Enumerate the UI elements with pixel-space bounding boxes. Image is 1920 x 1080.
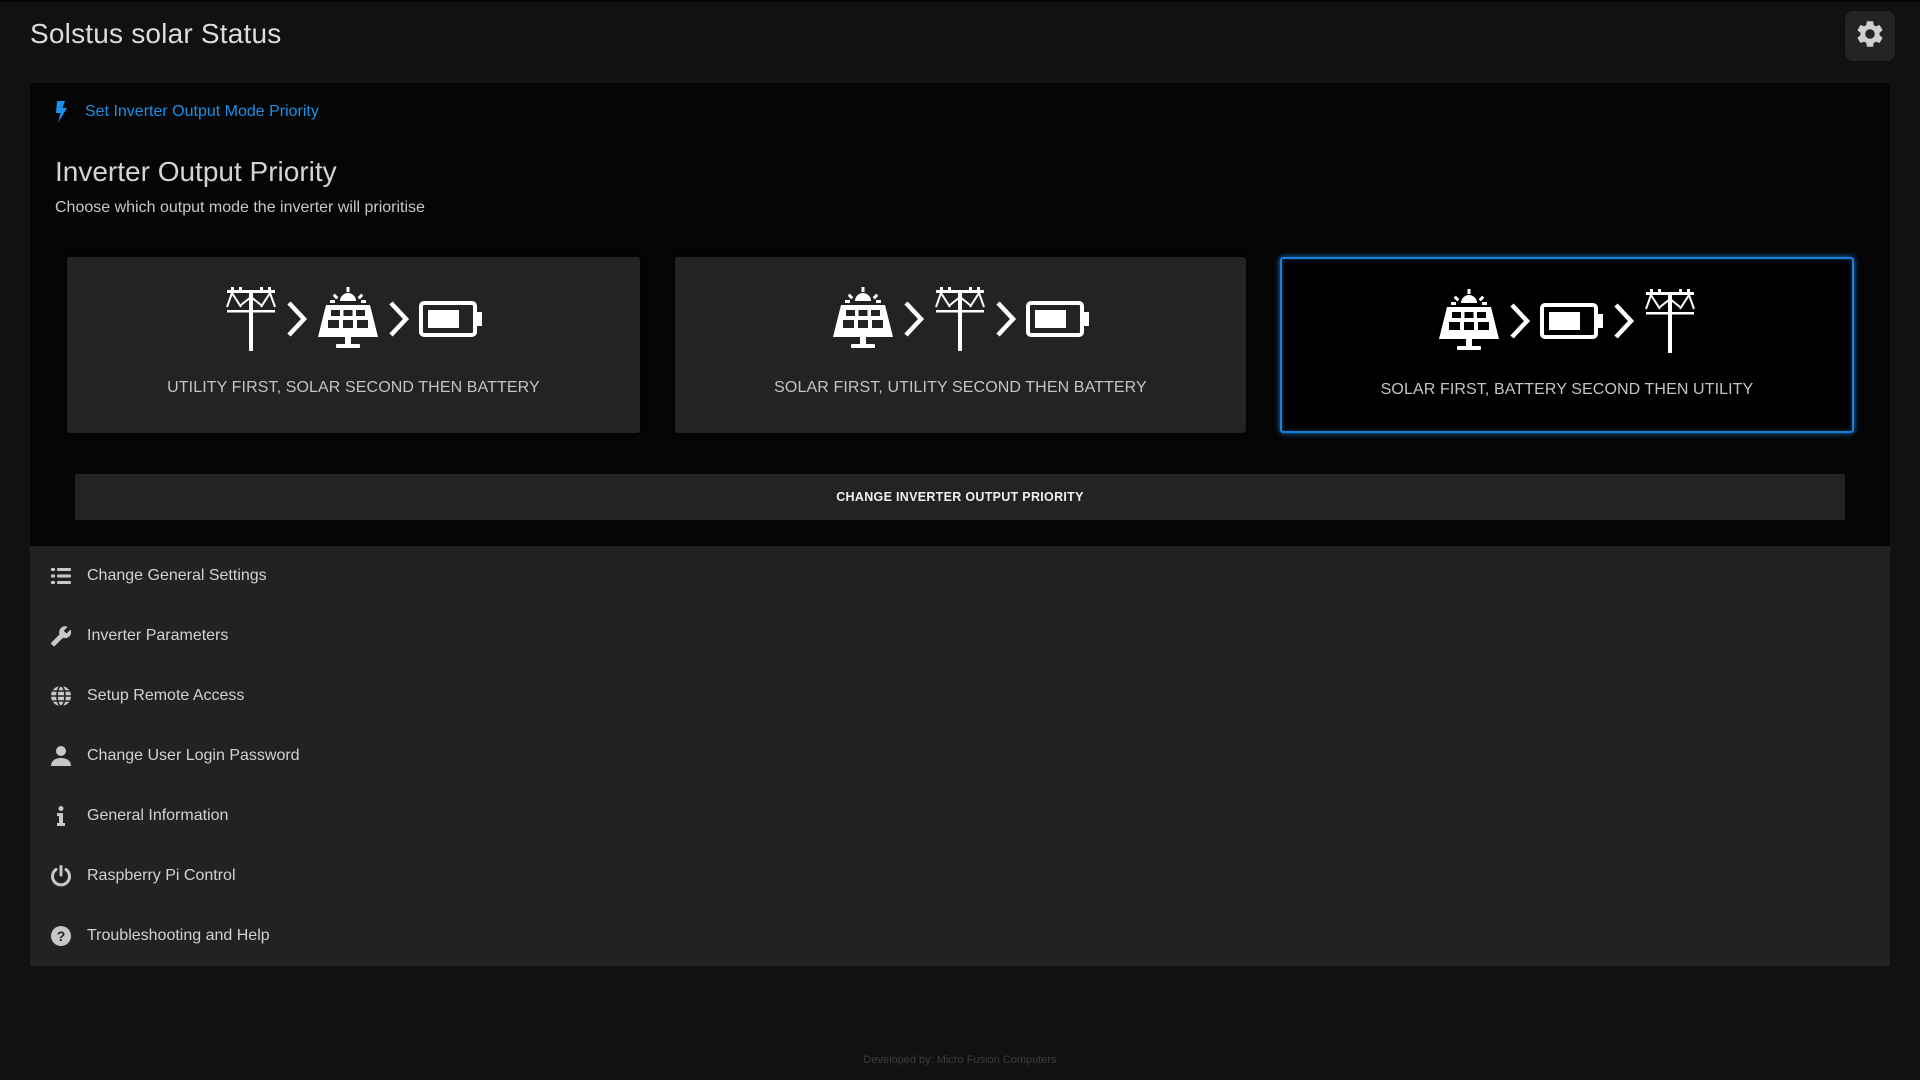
battery-icon <box>1539 301 1605 341</box>
chevron-right-icon <box>901 299 927 339</box>
footer-credit: Developed by: Micro Fusion Computers <box>863 1054 1057 1066</box>
option-label: SOLAR FIRST, BATTERY SECOND THEN UTILITY <box>1380 381 1754 398</box>
power-icon <box>50 865 72 887</box>
chevron-right-icon <box>386 299 412 339</box>
menu-item-label: Change General Settings <box>87 567 267 584</box>
wrench-icon <box>50 625 72 647</box>
priority-option-solar-battery-utility[interactable]: SOLAR FIRST, BATTERY SECOND THEN UTILITY <box>1280 257 1854 433</box>
svg-text:?: ? <box>57 928 66 944</box>
question-circle-icon: ? <box>50 925 72 947</box>
utility-pole-icon <box>933 287 987 351</box>
menu-item-troubleshooting[interactable]: ? Troubleshooting and Help <box>30 906 1890 966</box>
chevron-right-icon <box>284 299 310 339</box>
menu-item-label: Troubleshooting and Help <box>87 927 270 944</box>
option-icons <box>1282 289 1852 353</box>
menu-item-raspberry-pi-control[interactable]: Raspberry Pi Control <box>30 846 1890 906</box>
menu-item-label: Setup Remote Access <box>87 687 245 704</box>
utility-pole-icon <box>1643 289 1697 353</box>
section-subtitle: Choose which output mode the inverter wi… <box>55 199 425 216</box>
solar-panel-icon <box>316 287 380 351</box>
globe-icon <box>50 685 72 707</box>
output-priority-panel: Set Inverter Output Mode Priority Invert… <box>30 83 1890 546</box>
solar-panel-icon <box>831 287 895 351</box>
menu-item-label: Raspberry Pi Control <box>87 867 236 884</box>
option-icons <box>675 287 1246 351</box>
option-label: SOLAR FIRST, UTILITY SECOND THEN BATTERY <box>774 379 1147 396</box>
menu-item-label: Change User Login Password <box>87 747 300 764</box>
menu-item-user-password[interactable]: Change User Login Password <box>30 726 1890 786</box>
menu-item-general-information[interactable]: General Information <box>30 786 1890 846</box>
app-title: Solstus solar Status <box>30 18 282 49</box>
chevron-right-icon <box>1611 301 1637 341</box>
set-output-mode-link[interactable]: Set Inverter Output Mode Priority <box>53 100 319 124</box>
gear-icon <box>1854 18 1886 55</box>
menu-item-label: General Information <box>87 807 229 824</box>
battery-icon <box>1025 299 1091 339</box>
option-icons <box>67 287 640 351</box>
chevron-right-icon <box>993 299 1019 339</box>
menu-item-general-settings[interactable]: Change General Settings <box>30 546 1890 606</box>
change-output-priority-button[interactable]: CHANGE INVERTER OUTPUT PRIORITY <box>75 474 1845 520</box>
menu-item-label: Inverter Parameters <box>87 627 229 644</box>
settings-button[interactable] <box>1845 11 1895 61</box>
section-heading: Inverter Output Priority <box>55 156 337 187</box>
settings-menu: Change General Settings Inverter Paramet… <box>30 546 1890 966</box>
menu-item-remote-access[interactable]: Setup Remote Access <box>30 666 1890 726</box>
list-icon <box>50 565 72 587</box>
priority-option-solar-utility-battery[interactable]: SOLAR FIRST, UTILITY SECOND THEN BATTERY <box>675 257 1246 433</box>
utility-pole-icon <box>224 287 278 351</box>
battery-icon <box>418 299 484 339</box>
solar-panel-icon <box>1437 289 1501 353</box>
user-icon <box>50 745 72 767</box>
priority-option-utility-solar-battery[interactable]: UTILITY FIRST, SOLAR SECOND THEN BATTERY <box>67 257 640 433</box>
set-output-mode-label: Set Inverter Output Mode Priority <box>85 103 319 120</box>
chevron-right-icon <box>1507 301 1533 341</box>
option-label: UTILITY FIRST, SOLAR SECOND THEN BATTERY <box>167 379 540 396</box>
menu-item-inverter-parameters[interactable]: Inverter Parameters <box>30 606 1890 666</box>
info-icon <box>50 805 72 827</box>
lightning-bolt-icon <box>53 100 71 124</box>
top-border <box>0 0 1920 2</box>
